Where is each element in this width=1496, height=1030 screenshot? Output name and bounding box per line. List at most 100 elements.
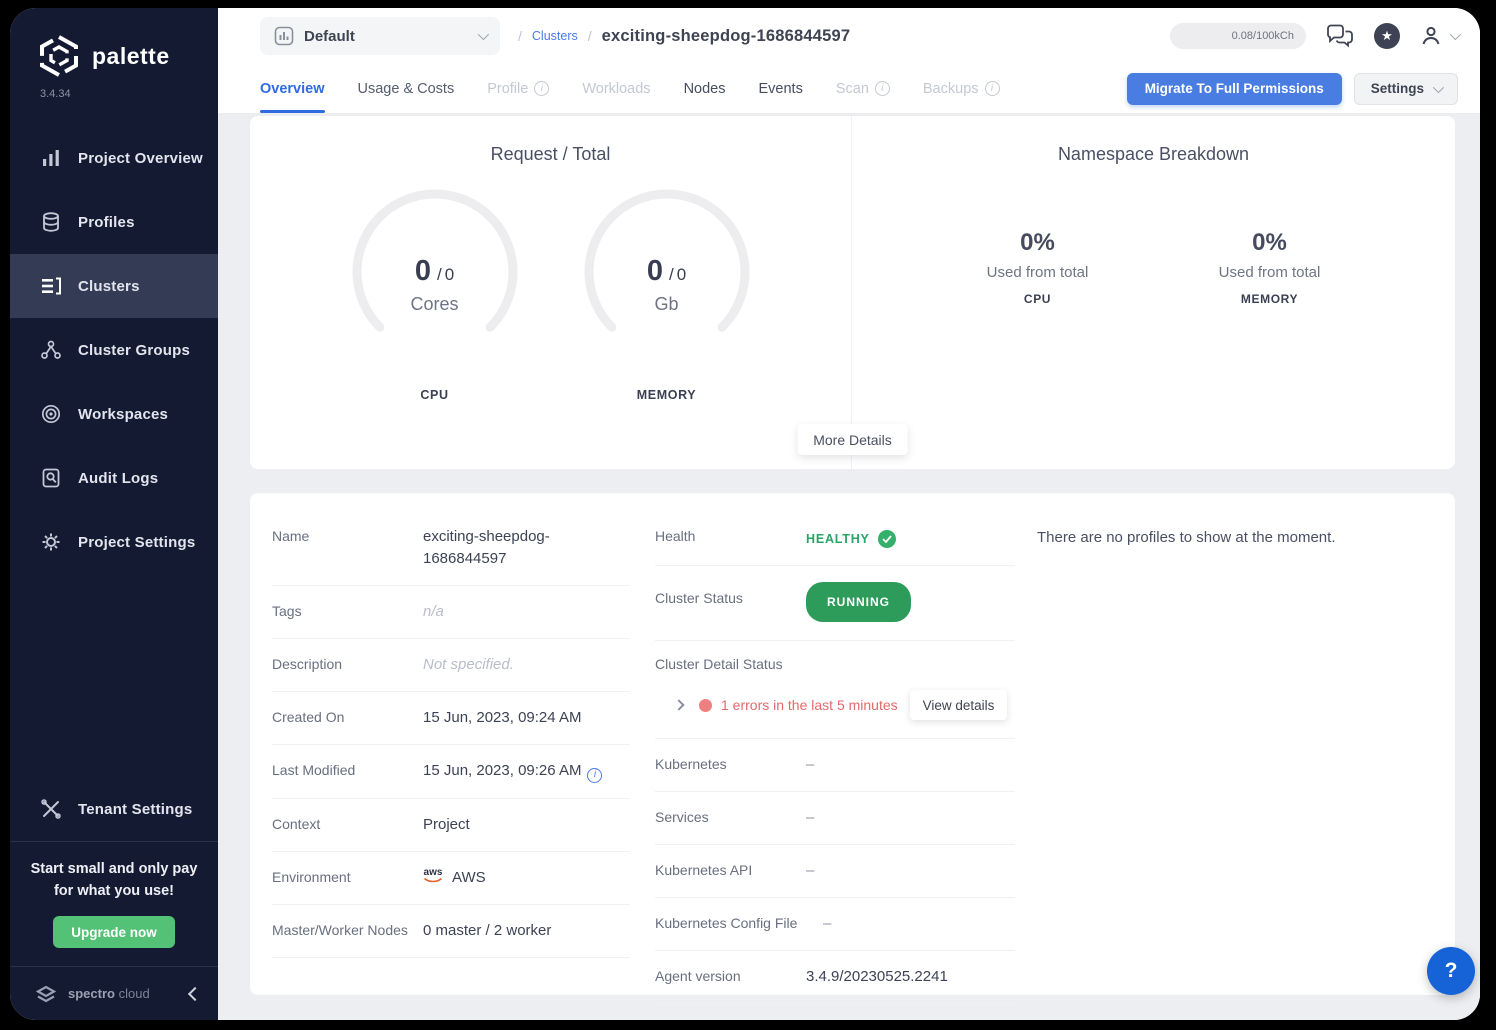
content: Request / Total 0/0 Cores CPU bbox=[218, 115, 1480, 1020]
namespace-cpu-stat: 0% Used from total CPU bbox=[948, 229, 1128, 306]
upgrade-now-button[interactable]: Upgrade now bbox=[53, 916, 175, 948]
profiles-empty-message: There are no profiles to show at the mom… bbox=[1037, 529, 1480, 546]
breadcrumb-clusters-link[interactable]: Clusters bbox=[532, 29, 578, 43]
tab-overview[interactable]: Overview bbox=[260, 64, 325, 113]
error-dot-icon bbox=[699, 699, 712, 712]
promo-line1: Start small and only pay bbox=[20, 858, 208, 880]
info-icon[interactable]: i bbox=[587, 768, 602, 783]
promo-line2: for what you use! bbox=[20, 880, 208, 902]
info-row-nodes: Master/Worker Nodes 0 master / 2 worker bbox=[272, 905, 630, 958]
user-icon bbox=[1420, 25, 1442, 47]
main-area: Default / Clusters / exciting-sheepdog-1… bbox=[218, 8, 1480, 1020]
breadcrumb: / Clusters / exciting-sheepdog-168684459… bbox=[518, 27, 850, 46]
overview-card: Request / Total 0/0 Cores CPU bbox=[250, 116, 1455, 469]
bar-chart-icon bbox=[40, 147, 62, 169]
info-row-last-modified: Last Modified 15 Jun, 2023, 09:26 AMi bbox=[272, 745, 630, 799]
sidebar-item-cluster-groups[interactable]: Cluster Groups bbox=[10, 318, 218, 382]
sidebar-item-project-overview[interactable]: Project Overview bbox=[10, 126, 218, 190]
status-row-kubernetes-api: Kubernetes API – bbox=[655, 845, 1015, 898]
brand-name: palette bbox=[92, 43, 170, 70]
info-row-environment: Environment aws AWS bbox=[272, 852, 630, 905]
sidebar-collapse-icon[interactable] bbox=[188, 986, 202, 1000]
status-row-health: Health HEALTHY bbox=[655, 511, 1015, 566]
palette-logo-icon bbox=[38, 34, 80, 78]
info-row-description: Description Not specified. bbox=[272, 639, 630, 692]
memory-used-percent: 0% bbox=[1180, 229, 1360, 257]
info-icon: i bbox=[875, 81, 890, 96]
chat-button[interactable] bbox=[1326, 24, 1354, 48]
namespace-memory-stat: 0% Used from total MEMORY bbox=[1180, 229, 1360, 306]
tab-usage-costs[interactable]: Usage & Costs bbox=[358, 64, 455, 113]
request-total-panel: Request / Total 0/0 Cores CPU bbox=[250, 116, 851, 469]
sidebar-item-audit-logs[interactable]: Audit Logs bbox=[10, 446, 218, 510]
spectro-cloud-logo-icon bbox=[34, 982, 58, 1006]
more-details-button[interactable]: More Details bbox=[797, 424, 908, 455]
help-button[interactable]: ? bbox=[1427, 947, 1475, 995]
memory-total-value: 0 bbox=[677, 265, 686, 284]
tab-events[interactable]: Events bbox=[758, 64, 802, 113]
audit-logs-icon bbox=[40, 467, 62, 489]
sidebar-item-clusters[interactable]: Clusters bbox=[10, 254, 218, 318]
info-row-created-on: Created On 15 Jun, 2023, 09:24 AM bbox=[272, 692, 630, 745]
footer-brand-2: cloud bbox=[119, 986, 150, 1001]
tab-backups: Backupsi bbox=[923, 64, 1000, 113]
tab-nodes[interactable]: Nodes bbox=[684, 64, 726, 113]
breadcrumb-separator: / bbox=[518, 28, 522, 44]
sidebar-footer: spectro cloud bbox=[10, 966, 218, 1020]
project-selector-value: Default bbox=[304, 28, 355, 45]
cluster-details-card: Name exciting-sheepdog-1686844597 Tags n… bbox=[250, 493, 1455, 995]
sidebar-item-workspaces[interactable]: Workspaces bbox=[10, 382, 218, 446]
memory-request-value: 0 bbox=[647, 255, 663, 287]
database-icon bbox=[40, 211, 62, 233]
gear-icon bbox=[40, 531, 62, 553]
tools-icon bbox=[40, 798, 62, 820]
breadcrumb-separator: / bbox=[588, 28, 592, 44]
status-row-cluster-status: Cluster Status RUNNING bbox=[655, 566, 1015, 641]
sidebar-item-profiles[interactable]: Profiles bbox=[10, 190, 218, 254]
sidebar-item-project-settings[interactable]: Project Settings bbox=[10, 510, 218, 574]
page-title: exciting-sheepdog-1686844597 bbox=[602, 27, 851, 46]
cluster-groups-icon bbox=[40, 339, 62, 361]
upgrade-promo: Start small and only pay for what you us… bbox=[10, 841, 218, 966]
chat-icon bbox=[1326, 24, 1354, 48]
tab-workloads: Workloads bbox=[582, 64, 650, 113]
user-menu[interactable] bbox=[1420, 25, 1458, 47]
cluster-detail-status-block: Cluster Detail Status 1 errors in the la… bbox=[655, 641, 1015, 739]
footer-brand-1: spectro bbox=[68, 986, 115, 1001]
namespace-breakdown-panel: Namespace Breakdown 0% Used from total C… bbox=[851, 116, 1455, 469]
error-message: 1 errors in the last 5 minutes bbox=[721, 697, 898, 713]
view-details-button[interactable]: View details bbox=[910, 690, 1008, 720]
brand-logo: palette bbox=[10, 8, 218, 78]
credits-usage-badge: 0.08/100kCh bbox=[1170, 23, 1306, 49]
cpu-unit: Cores bbox=[345, 294, 525, 315]
sidebar-item-tenant-settings[interactable]: Tenant Settings bbox=[10, 777, 218, 841]
agent-version-value: 3.4.9/20230525.2241 bbox=[806, 966, 1015, 988]
tab-scan: Scani bbox=[836, 64, 890, 113]
tab-profile: Profilei bbox=[487, 64, 549, 113]
clusters-list-icon bbox=[40, 275, 62, 297]
check-icon bbox=[878, 530, 896, 548]
whats-new-button[interactable]: ★ bbox=[1374, 23, 1400, 49]
project-selector[interactable]: Default bbox=[260, 17, 500, 55]
status-row-kubernetes: Kubernetes – bbox=[655, 739, 1015, 792]
cluster-name-value: exciting-sheepdog-1686844597 bbox=[423, 526, 630, 570]
health-status: HEALTHY bbox=[806, 526, 1015, 550]
info-icon: i bbox=[534, 81, 549, 96]
chevron-down-icon bbox=[1450, 29, 1461, 40]
memory-gauge-label: MEMORY bbox=[577, 388, 757, 402]
topbar: Default / Clusters / exciting-sheepdog-1… bbox=[218, 8, 1480, 64]
status-row-kubernetes-config: Kubernetes Config File – bbox=[655, 898, 1015, 951]
settings-button[interactable]: Settings bbox=[1354, 73, 1458, 105]
request-total-title: Request / Total bbox=[250, 144, 851, 165]
info-row-name: Name exciting-sheepdog-1686844597 bbox=[272, 511, 630, 586]
migrate-permissions-button[interactable]: Migrate To Full Permissions bbox=[1127, 73, 1342, 105]
info-icon: i bbox=[985, 81, 1000, 96]
status-row-services: Services – bbox=[655, 792, 1015, 845]
profiles-column: There are no profiles to show at the mom… bbox=[1037, 511, 1480, 546]
sidebar: palette 3.4.34 Project Overview Profiles… bbox=[10, 8, 218, 1020]
expand-chevron-icon[interactable] bbox=[673, 699, 684, 710]
environment-value: AWS bbox=[452, 869, 486, 886]
workspaces-icon bbox=[40, 403, 62, 425]
cpu-gauge-label: CPU bbox=[345, 388, 525, 402]
namespace-breakdown-title: Namespace Breakdown bbox=[852, 144, 1455, 165]
